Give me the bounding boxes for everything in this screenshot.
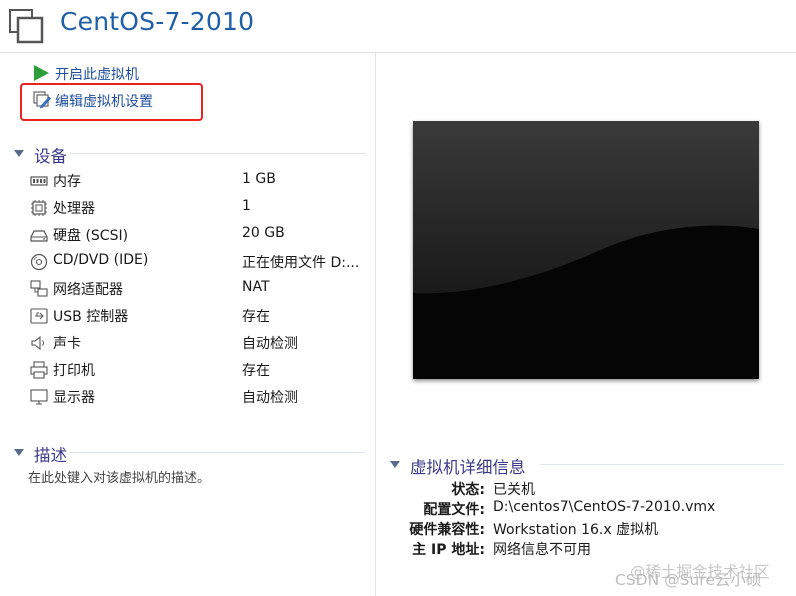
hard-disk-icon bbox=[30, 230, 48, 242]
section-divider bbox=[70, 153, 366, 154]
detail-value: 已关机 bbox=[493, 482, 535, 498]
device-name: USB 控制器 bbox=[53, 309, 129, 325]
device-name: 显示器 bbox=[53, 390, 95, 406]
detail-row-primary-ip: 主 IP 地址: 网络信息不可用 bbox=[380, 539, 591, 559]
detail-row-config-file: 配置文件: D:\centos7\CentOS-7-2010.vmx bbox=[380, 499, 715, 519]
device-name: 打印机 bbox=[53, 363, 95, 379]
usb-icon bbox=[30, 308, 48, 324]
collapse-triangle-icon bbox=[14, 150, 24, 157]
vm-preview-screen[interactable] bbox=[413, 121, 759, 379]
processor-icon bbox=[31, 200, 47, 216]
detail-key: 状态: bbox=[451, 482, 485, 498]
printer-icon bbox=[30, 361, 48, 379]
device-value: 自动检测 bbox=[242, 336, 298, 352]
power-on-vm-label: 开启此虚拟机 bbox=[55, 67, 139, 83]
device-name: 网络适配器 bbox=[53, 282, 123, 298]
cd-dvd-icon bbox=[30, 253, 48, 271]
section-divider bbox=[70, 452, 366, 453]
device-row-usb-controller[interactable]: USB 控制器 存在 bbox=[30, 305, 370, 327]
device-row-sound-card[interactable]: 声卡 自动检测 bbox=[30, 332, 370, 354]
vm-window-icon bbox=[9, 9, 44, 44]
device-name: 声卡 bbox=[53, 336, 81, 352]
vm-tab-header: CentOS-7-2010 bbox=[0, 0, 796, 53]
speaker-icon bbox=[31, 335, 44, 351]
device-value: 1 bbox=[242, 198, 251, 214]
detail-key: 配置文件: bbox=[423, 502, 485, 518]
detail-key: 主 IP 地址: bbox=[412, 542, 485, 558]
play-icon bbox=[34, 65, 49, 81]
device-name: CD/DVD (IDE) bbox=[53, 252, 149, 268]
device-row-memory[interactable]: 内存 1 GB bbox=[30, 170, 370, 192]
device-value: 存在 bbox=[242, 309, 270, 325]
pane-divider bbox=[375, 53, 376, 596]
preview-gloss bbox=[413, 121, 759, 379]
device-value: NAT bbox=[242, 279, 270, 295]
device-value: 20 GB bbox=[242, 225, 285, 241]
device-row-cd-dvd[interactable]: CD/DVD (IDE) 正在使用文件 D:... bbox=[30, 251, 370, 273]
memory-icon bbox=[30, 176, 48, 186]
detail-value: 网络信息不可用 bbox=[493, 542, 591, 558]
collapse-triangle-icon bbox=[14, 449, 24, 456]
detail-value: D:\centos7\CentOS-7-2010.vmx bbox=[493, 499, 716, 515]
device-name: 硬盘 (SCSI) bbox=[53, 228, 129, 244]
description-input[interactable]: 在此处键入对该虚拟机的描述。 bbox=[28, 467, 210, 486]
device-value: 自动检测 bbox=[242, 390, 298, 406]
device-value: 存在 bbox=[242, 363, 270, 379]
detail-row-hardware-compatibility: 硬件兼容性: Workstation 16.x 虚拟机 bbox=[380, 519, 658, 539]
device-value: 1 GB bbox=[242, 171, 276, 187]
device-row-hard-disk[interactable]: 硬盘 (SCSI) 20 GB bbox=[30, 224, 370, 246]
collapse-triangle-icon bbox=[390, 461, 400, 468]
highlight-box bbox=[20, 83, 203, 121]
network-adapter-icon bbox=[30, 280, 48, 297]
watermark-csdn: CSDN @Sure云小硕 bbox=[615, 571, 762, 589]
device-value: 正在使用文件 D:... bbox=[242, 255, 360, 271]
device-name: 内存 bbox=[53, 174, 81, 190]
detail-row-status: 状态: 已关机 bbox=[380, 479, 535, 499]
detail-key: 硬件兼容性: bbox=[409, 522, 485, 538]
device-row-network-adapter[interactable]: 网络适配器 NAT bbox=[30, 278, 370, 300]
device-row-processor[interactable]: 处理器 1 bbox=[30, 197, 370, 219]
section-divider bbox=[540, 464, 784, 465]
detail-value: Workstation 16.x 虚拟机 bbox=[493, 522, 659, 538]
device-row-display[interactable]: 显示器 自动检测 bbox=[30, 386, 370, 408]
monitor-icon bbox=[30, 389, 48, 405]
page-title: CentOS-7-2010 bbox=[60, 7, 255, 36]
device-row-printer[interactable]: 打印机 存在 bbox=[30, 359, 370, 381]
device-name: 处理器 bbox=[53, 201, 95, 217]
